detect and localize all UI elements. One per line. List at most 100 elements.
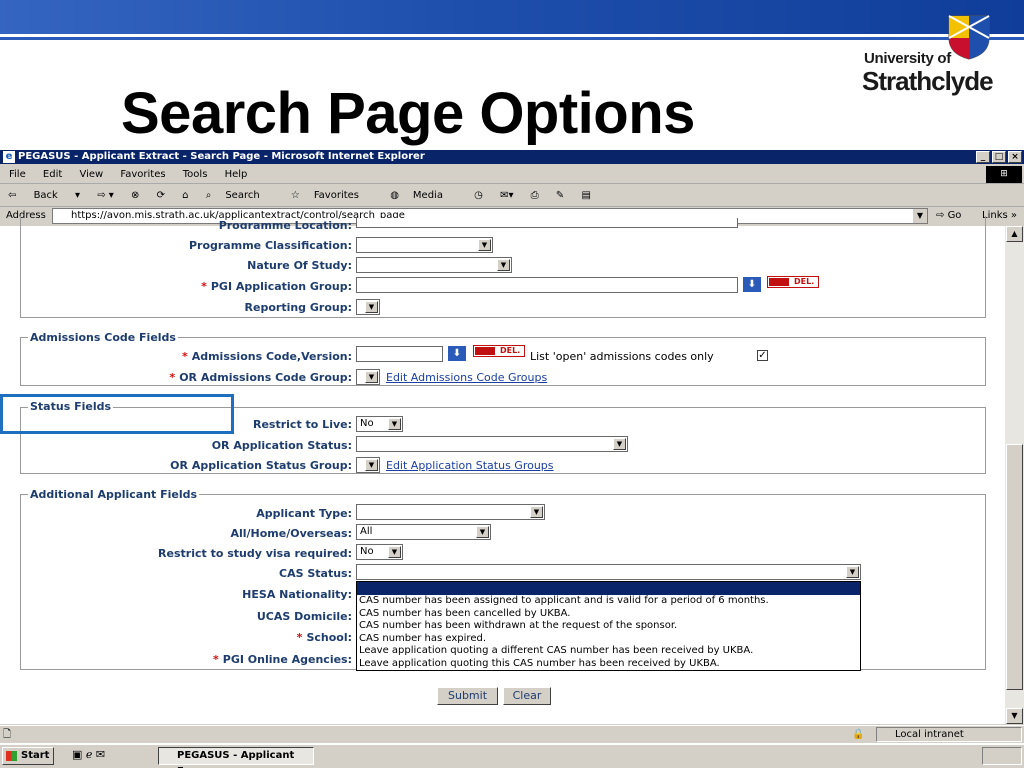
links-button[interactable]: Links » [982,207,1017,225]
minimize-button[interactable]: _ [976,151,990,163]
zone-label: Local intranet [895,729,964,740]
vertical-scrollbar[interactable]: ▲ ▼ [1005,226,1024,724]
maximize-button[interactable]: □ [992,151,1006,163]
history-icon[interactable]: ◷ [474,190,483,201]
admissions-legend: Admissions Code Fields [28,331,178,344]
required-marker: * [181,350,188,363]
start-button[interactable]: Start [2,747,54,765]
cas-option-blank[interactable] [357,582,860,595]
system-tray [982,747,1022,765]
pgi-online-agencies-text: PGI Online Agencies: [222,653,352,666]
task-label: PEGASUS - Applicant E... [177,750,295,768]
cas-option[interactable]: CAS number has been cancelled by UKBA. [357,608,860,621]
logo-line-2: Strathclyde [862,66,994,96]
home-overseas-select[interactable]: All ▼ [356,524,491,540]
restrict-live-select[interactable]: No ▼ [356,416,403,432]
edit-admissions-link[interactable]: Edit Admissions Code Groups [386,371,547,385]
forward-button[interactable]: ⇨ ▾ [97,190,114,201]
reporting-group-label: Reporting Group: [244,301,352,314]
reporting-group-select[interactable]: ▼ [356,299,380,315]
ucas-domicile-label: UCAS Domicile: [256,610,352,623]
scroll-down-button[interactable]: ▼ [1006,708,1023,724]
applicant-type-select[interactable]: ▼ [356,504,545,520]
home-overseas-value: All [360,526,373,537]
page-icon: 🗋 [3,729,12,740]
refresh-icon[interactable]: ⟳ [157,190,165,201]
cas-option[interactable]: CAS number has expired. [357,633,860,646]
pgi-application-group-label: * PGI Application Group: [100,280,352,294]
or-app-status-group-select[interactable]: ▼ [356,457,380,473]
discuss-icon[interactable]: ▤ [581,190,590,201]
ie-quick-icon[interactable]: ℯ [86,748,93,761]
slide: Search Page Options University of Strath… [0,0,1024,768]
download-arrow-icon[interactable]: ⬇ [448,346,466,361]
security-zone: Local intranet [876,727,1022,742]
shield-icon [948,15,990,60]
required-marker: * [296,631,303,644]
scroll-thumb[interactable] [1006,444,1023,690]
stop-icon[interactable]: ⊗ [131,190,139,201]
cas-status-select[interactable]: ▼ [356,564,861,580]
edit-icon[interactable]: ✎ [556,190,564,201]
del-label: DEL. [500,346,521,355]
pgi-application-group-text: PGI Application Group: [210,280,352,293]
menu-bar: File Edit View Favorites Tools Help ⊞ [0,165,1024,184]
taskbar: Start ▣ ℯ ✉ PEGASUS - Applicant E... [0,743,1024,768]
chevron-down-icon: ▼ [846,566,859,578]
chevron-down-icon: ▼ [388,418,401,430]
home-icon[interactable]: ⌂ [182,190,188,201]
or-app-status-select[interactable]: ▼ [356,436,628,452]
restrict-visa-select[interactable]: No ▼ [356,544,403,560]
or-admissions-group-select[interactable]: ▼ [356,369,380,385]
admissions-code-text: Admissions Code,Version: [191,350,352,363]
cas-status-label: CAS Status: [279,567,352,580]
desktop-icon[interactable]: ▣ [72,748,82,761]
menu-view[interactable]: View [79,169,103,180]
chevron-down-icon: ▼ [388,546,401,558]
media-button[interactable]: ◍ Media [390,190,457,201]
or-app-status-group-label: OR Application Status Group: [170,459,352,472]
cas-option[interactable]: Leave application quoting this CAS numbe… [357,658,860,671]
download-arrow-icon[interactable]: ⬇ [743,277,761,292]
cas-status-dropdown-list[interactable]: CAS number has been assigned to applican… [356,581,861,671]
menu-tools[interactable]: Tools [183,169,208,180]
chevron-down-icon: ▼ [476,526,489,538]
cas-option[interactable]: Leave application quoting a different CA… [357,645,860,658]
programme-location-input[interactable] [356,218,738,228]
search-icon: ⌕ [205,190,212,201]
edit-status-link[interactable]: Edit Application Status Groups [386,459,554,473]
menu-help[interactable]: Help [225,169,248,180]
favorites-button[interactable]: ☆ Favorites [291,190,373,201]
open-codes-checkbox[interactable]: ✓ [757,350,768,361]
mail-icon[interactable]: ✉▾ [500,190,513,201]
nature-of-study-select[interactable]: ▼ [356,257,512,273]
taskbar-task-pegasus[interactable]: PEGASUS - Applicant E... [158,747,314,768]
close-button[interactable]: × [1008,151,1022,163]
pgi-application-group-input[interactable] [356,277,738,293]
hesa-nationality-label: HESA Nationality: [242,588,352,601]
admissions-code-input[interactable] [356,346,443,362]
cas-option[interactable]: CAS number has been assigned to applican… [357,595,860,608]
chevron-down-icon: ▼ [530,506,543,518]
clear-button[interactable]: Clear [503,687,551,705]
del-button[interactable]: DEL. [767,276,819,288]
print-icon[interactable]: ⎙ [531,190,539,201]
search-button[interactable]: ⌕ Search [206,190,274,201]
windows-flag-icon: ⊞ [986,166,1022,183]
del-button[interactable]: DEL. [473,345,525,357]
menu-file[interactable]: File [9,169,26,180]
school-label: * School: [150,631,352,645]
outlook-icon[interactable]: ✉ [96,748,105,761]
logo-line-1: University of [864,50,951,67]
programme-classification-label: Programme Classification: [188,239,352,252]
menu-edit[interactable]: Edit [43,169,62,180]
cas-option[interactable]: CAS number has been withdrawn at the req… [357,620,860,633]
scroll-up-button[interactable]: ▲ [1006,226,1023,242]
start-label: Start [21,750,50,761]
browser-toolbar: ⇦ Back ▾ ⇨ ▾ ⊗ ⟳ ⌂ ⌕ Search ☆ Favorites ◍ M… [0,185,1024,207]
submit-button[interactable]: Submit [437,687,498,705]
chevron-down-icon: ▼ [365,301,378,313]
programme-classification-select[interactable]: ▼ [356,237,493,253]
back-button[interactable]: ⇦ Back ▾ [8,190,80,201]
menu-favorites[interactable]: Favorites [120,169,165,180]
